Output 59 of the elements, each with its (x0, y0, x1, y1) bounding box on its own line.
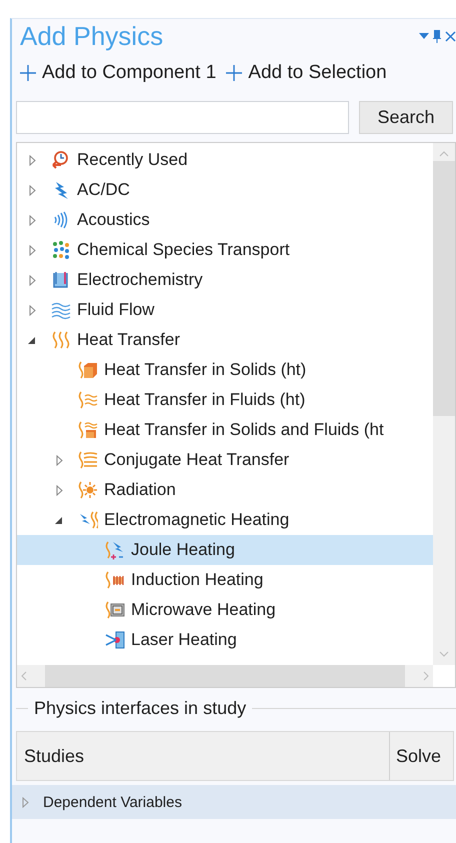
expand-arrow-icon[interactable] (56, 484, 62, 496)
coil-icon (105, 570, 125, 590)
heat-waves-icon (78, 390, 98, 410)
microwave-icon (105, 600, 125, 620)
tree-item[interactable]: AC/DC (17, 175, 433, 205)
plus-icon (226, 65, 242, 81)
lightning-plus-minus-icon (105, 540, 125, 560)
tree-item[interactable]: Acoustics (17, 205, 433, 235)
add-button[interactable]: Add to Component 1 (20, 62, 216, 84)
scrollbar-thumb[interactable] (45, 665, 405, 687)
expand-arrow-icon[interactable] (28, 244, 36, 256)
pin-icon[interactable] (433, 30, 441, 42)
add-button[interactable]: Add to Selection (226, 62, 387, 84)
section-header[interactable]: Dependent Variables (12, 785, 456, 819)
scrollbar-thumb[interactable] (433, 161, 455, 416)
tree-item[interactable]: Heat Transfer in Solids and Fluids (ht (17, 415, 433, 445)
group-title: Physics interfaces in study (34, 698, 246, 719)
tree-item[interactable]: Laser Heating (17, 625, 433, 655)
lightning-heat-icon (78, 510, 98, 530)
waves-icon (51, 300, 71, 320)
tree-item[interactable]: Radiation (17, 475, 433, 505)
tree-item[interactable]: Joule Heating (17, 535, 433, 565)
dots-icon (51, 240, 71, 260)
expand-arrow-icon[interactable] (28, 274, 36, 286)
close-icon[interactable] (445, 30, 456, 42)
tree-item[interactable]: Fluid Flow (17, 295, 433, 325)
expand-arrow-icon[interactable] (28, 304, 36, 316)
column-header: Studies (23, 744, 86, 768)
panel-title: Add Physics (20, 20, 164, 52)
tree-item[interactable]: Heat Transfer (17, 325, 433, 355)
expand-arrow-icon[interactable] (28, 214, 36, 226)
search-button[interactable]: Search (359, 101, 453, 134)
tree-item[interactable]: Induction Heating (17, 565, 433, 595)
collapse-arrow-icon[interactable] (28, 336, 36, 344)
tree-item[interactable]: Heat Transfer in Fluids (ht) (17, 385, 433, 415)
clock-icon (51, 150, 71, 170)
dropdown-icon[interactable] (419, 33, 429, 39)
beaker-icon (51, 270, 71, 290)
heat-cube-icon (78, 420, 98, 440)
expand-arrow-icon[interactable] (28, 184, 36, 196)
tree-item[interactable]: Recently Used (17, 145, 433, 175)
tree-item[interactable]: Electromagnetic Heating (17, 505, 433, 535)
laser-icon (105, 630, 125, 650)
heat-icon (51, 330, 71, 350)
tree-item[interactable]: Heat Transfer in Solids (ht) (17, 355, 433, 385)
tree-item[interactable]: Microwave Heating (17, 595, 433, 625)
column-header: Solve (389, 732, 453, 780)
tree-item[interactable]: Chemical Species Transport (17, 235, 433, 265)
collapse-arrow-icon[interactable] (55, 516, 63, 524)
expand-arrow-icon[interactable] (22, 796, 29, 808)
search-field[interactable] (16, 101, 349, 134)
plus-icon (20, 65, 36, 81)
tree-item[interactable]: Conjugate Heat Transfer (17, 445, 433, 475)
expand-arrow-icon[interactable] (28, 154, 36, 166)
cube-icon (78, 360, 98, 380)
tree-item[interactable]: Electrochemistry (17, 265, 433, 295)
expand-arrow-icon[interactable] (56, 454, 62, 466)
sun-icon (78, 480, 98, 500)
layers-icon (78, 450, 98, 470)
